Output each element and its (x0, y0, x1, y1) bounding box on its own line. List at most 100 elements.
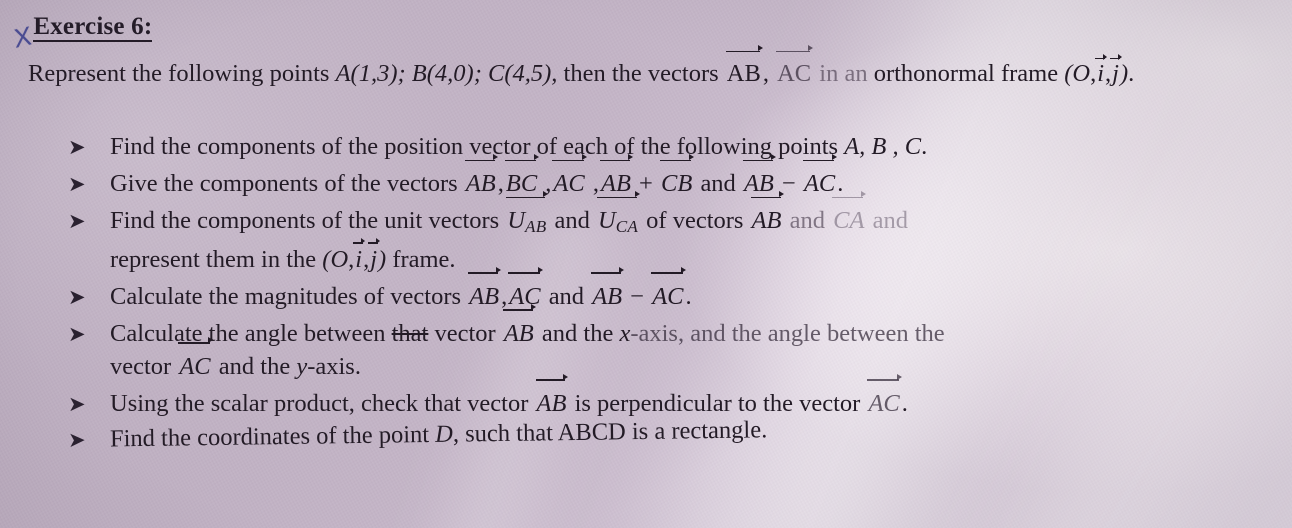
exercise-photo-page: X Exercise 6: Represent the following po… (0, 0, 1292, 528)
list-item: ➤ Find the components of the unit vector… (0, 191, 1292, 276)
sep: , (501, 282, 508, 310)
question-1-text: Find the components of the position vect… (110, 133, 839, 160)
period: . (837, 170, 844, 197)
frame-origin: O (1072, 60, 1091, 87)
question-7-text: Find the coordinates of the point (109, 420, 430, 453)
intro-comma: , (762, 60, 769, 87)
vector-ab-3: AB (742, 154, 776, 200)
question-3-line-2: represent them in the (O,i,j) frame. (110, 238, 1242, 276)
u-symbol: U (507, 207, 526, 234)
question-3-frame-word: frame. (392, 245, 456, 273)
question-5-text-c: and the (541, 319, 614, 347)
list-item: ➤ Calculate the magnitudes of vectors AB… (0, 267, 1292, 313)
intro-word-in: in (819, 60, 839, 87)
bullet-arrow-icon: ➤ (68, 284, 86, 309)
intro-period: . (1128, 60, 1135, 87)
question-4-text: Calculate the magnitudes of vectors (110, 282, 462, 310)
unit-vector-i: i (1095, 53, 1107, 90)
vector-ac: AC (178, 337, 213, 383)
bullet-arrow-icon: ➤ (68, 209, 86, 233)
frame-close-paren: ) (1119, 60, 1129, 87)
conjunction-and: and (700, 170, 736, 197)
conjunction-and: and (872, 207, 908, 234)
vector-ab: AB (750, 191, 784, 237)
intro-line-2: orthonormal frame (O,i,j). (873, 53, 1135, 90)
question-7-text-b: , such that ABCD is a rectangle. (452, 416, 768, 448)
sep: , (586, 170, 599, 197)
vector-ab: AB (725, 45, 763, 90)
conjunction-and: and (554, 207, 590, 234)
question-1-points: A, B , C (844, 133, 922, 160)
vector-ab-2: AB (591, 267, 625, 313)
plus-operator: + (639, 170, 653, 197)
question-5-line2-text: and the (218, 352, 291, 380)
question-5-line2-vector-word: vector (110, 352, 172, 380)
bullet-arrow-icon: ➤ (68, 391, 86, 416)
intro-word-following: following (168, 60, 264, 87)
vector-ab: AB (468, 267, 502, 313)
unit-vector-uca: UCA (597, 191, 641, 243)
question-5-text: Calculate the angle between (110, 319, 386, 347)
vector-ac: AC (776, 45, 814, 90)
struck-word-that: that (391, 319, 429, 347)
point-a-coords: A(1,3); (335, 60, 406, 87)
vector-ca: CA (832, 191, 867, 237)
vector-bc: BC (504, 154, 540, 200)
point-b-coords: B(4,0); (411, 60, 482, 87)
conjunction-and: and (789, 207, 826, 234)
vector-cb: CB (660, 154, 695, 200)
unit-vector-i: i (353, 238, 365, 276)
list-item: ➤ Calculate the angle between that vecto… (0, 304, 1292, 383)
vector-ab: AB (464, 154, 498, 200)
unit-vector-j: j (368, 238, 380, 276)
question-3-text: Find the components of the unit vectors (110, 207, 500, 234)
minus-operator: − (782, 170, 796, 197)
intro-word-then: then (563, 60, 606, 87)
bullet-arrow-icon: ➤ (68, 135, 86, 159)
question-3-line2-text: represent them in the (110, 245, 317, 273)
intro-paragraph: Represent the following points A(1,3); B… (28, 45, 1276, 90)
question-2-text: Give the components of the vectors (110, 170, 458, 197)
intro-word-vectors: vectors (647, 60, 719, 87)
vector-ab: AB (502, 304, 536, 350)
axis-y-label: y (296, 352, 308, 380)
question-5-line2-end: -axis. (307, 352, 361, 380)
question-5-line-2: vector AC and the y-axis. (110, 337, 1292, 383)
intro-word-the2: the (611, 60, 642, 87)
frame-close-paren: ) (378, 245, 387, 273)
exercise-question-list: ➤ Find the components of the position ve… (0, 130, 1292, 461)
vector-ac-2: AC (651, 267, 686, 313)
intro-orthonormal-frame: orthonormal frame (873, 60, 1059, 87)
question-3-text-b: of vectors (646, 207, 744, 234)
vector-ac: AC (552, 154, 588, 200)
point-d-label: D (435, 420, 454, 448)
sep: , (497, 170, 504, 197)
point-c-coords: C(4,5), (488, 60, 558, 87)
list-item: ➤ Give the components of the vectors AB,… (0, 154, 1292, 200)
intro-word-the: the (132, 60, 163, 87)
minus-operator: − (630, 282, 645, 310)
vector-ab: AB (535, 374, 569, 420)
bullet-arrow-icon: ➤ (68, 321, 86, 346)
vector-ab-2: AB (599, 154, 633, 200)
unit-vector-j: j (1110, 53, 1122, 90)
page-title: Exercise 6: (33, 13, 153, 43)
unit-vector-uab: UAB (506, 191, 549, 243)
u-symbol: U (598, 207, 616, 234)
intro-word-points: points (269, 60, 330, 87)
bullet-arrow-icon: ➤ (67, 427, 86, 452)
exercise-heading-row: X Exercise 6: (12, 13, 153, 54)
uca-subscript: CA (615, 216, 639, 236)
vector-ac: AC (508, 267, 543, 313)
axis-x-label: x (619, 319, 631, 347)
uab-subscript: AB (525, 216, 547, 236)
bullet-arrow-icon: ➤ (68, 172, 86, 196)
intro-word-an: an (844, 60, 868, 87)
question-6-text: Using the scalar product, check that vec… (110, 389, 529, 417)
frame-origin: O (330, 245, 349, 273)
conjunction-and: and (548, 282, 585, 310)
question-1-end: . (921, 133, 928, 160)
vector-ac-2: AC (802, 154, 838, 200)
intro-word-represent: Represent (28, 60, 126, 87)
question-5-vector-word: vector (434, 319, 496, 347)
